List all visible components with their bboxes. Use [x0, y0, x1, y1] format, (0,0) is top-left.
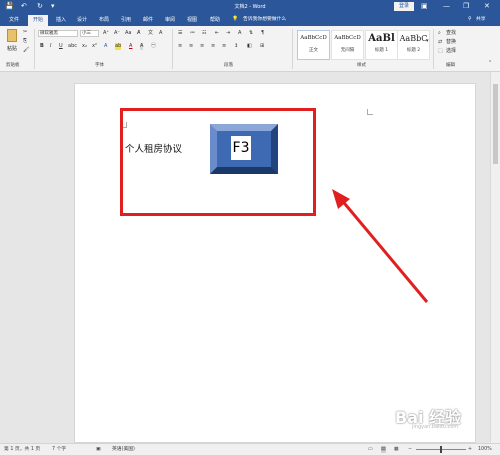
- watermark-url: jingyan.baidu.com: [412, 424, 459, 430]
- status-bar: 第 1 页，共 1 页 7 个字 ▣ 英语(美国) ▭ ▤ ▦ − + 100%: [0, 443, 500, 455]
- read-mode-icon[interactable]: ▭: [368, 446, 373, 453]
- print-layout-icon[interactable]: ▤: [381, 446, 386, 453]
- zoom-out-icon[interactable]: −: [408, 446, 412, 453]
- language-indicator[interactable]: 英语(美国): [112, 446, 135, 453]
- proofing-icon[interactable]: ▣: [96, 446, 101, 453]
- red-arrow-line: [338, 197, 429, 303]
- page-count[interactable]: 第 1 页，共 1 页: [4, 446, 40, 453]
- word-count[interactable]: 7 个字: [52, 446, 66, 453]
- zoom-slider-thumb[interactable]: [440, 446, 442, 453]
- zoom-in-icon[interactable]: +: [468, 446, 472, 453]
- red-arrow-overlay: [332, 189, 429, 303]
- zoom-level[interactable]: 100%: [478, 446, 492, 453]
- web-layout-icon[interactable]: ▦: [394, 446, 399, 453]
